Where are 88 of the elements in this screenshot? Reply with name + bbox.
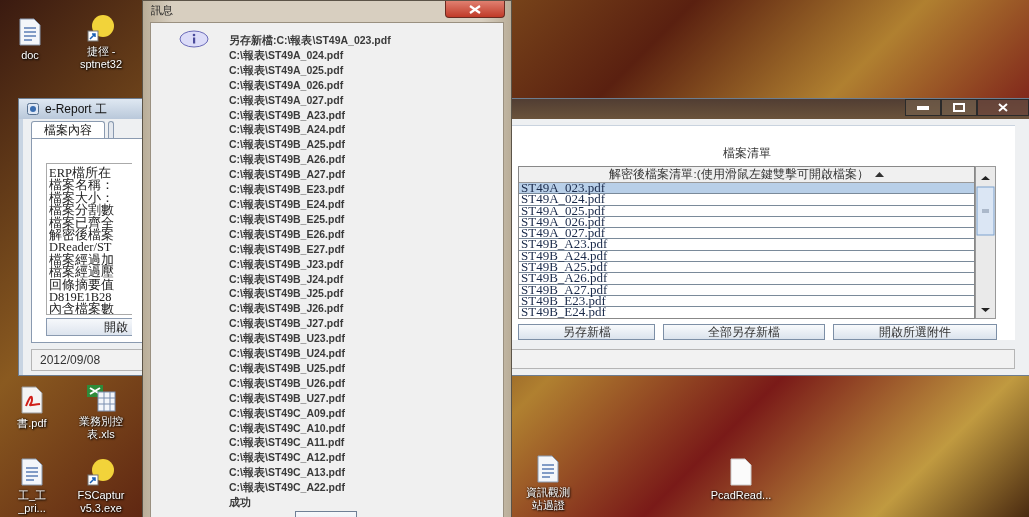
column-header[interactable]: 解密後檔案清單:(使用滑鼠左鍵雙擊可開啟檔案） xyxy=(519,167,974,183)
info-line: 檔案分割數 xyxy=(49,204,115,217)
file-row[interactable]: ST49B_A26.pdf xyxy=(519,273,974,285)
close-button[interactable] xyxy=(445,1,505,18)
file-list-title: 檔案清單 xyxy=(722,146,772,160)
close-icon xyxy=(469,4,481,14)
file-row[interactable]: ST49A_026.pdf xyxy=(519,216,974,229)
app-shortcut-icon[interactable] xyxy=(87,458,115,486)
message-line: C:\報表\ST49A_025.pdf xyxy=(229,62,345,78)
document-icon[interactable] xyxy=(20,458,44,486)
message-line: C:\報表\ST49B_J25.pdf xyxy=(229,286,345,302)
message-line: C:\報表\ST49C_A22.pdf xyxy=(229,480,346,496)
app-shortcut-icon[interactable] xyxy=(87,14,115,42)
file-row[interactable]: ST49A_024.pdf xyxy=(519,194,974,206)
desktop-icon-label[interactable]: 書.pdf xyxy=(17,417,47,430)
message-line: C:\報表\ST49C_A13.pdf xyxy=(229,465,346,481)
info-icon xyxy=(179,30,209,48)
desktop-icon-label[interactable]: FSCaptur v5.3.exe xyxy=(77,489,125,515)
message-line: C:\報表\ST49B_E26.pdf xyxy=(229,226,346,242)
message-line: C:\報表\ST49A_026.pdf xyxy=(229,77,345,93)
message-line: C:\報表\ST49B_U23.pdf xyxy=(229,331,346,347)
action-button[interactable]: 另存新檔 xyxy=(518,324,655,340)
message-line: C:\報表\ST49B_E27.pdf xyxy=(229,241,346,257)
file-row[interactable]: ST49B_A24.pdf xyxy=(519,250,974,263)
blank-file-icon[interactable] xyxy=(729,458,753,486)
message-line: C:\報表\ST49B_J27.pdf xyxy=(229,316,345,332)
message-line: C:\報表\ST49B_A27.pdf xyxy=(229,167,346,183)
message-line: C:\報表\ST49B_J23.pdf xyxy=(229,256,345,272)
message-line: C:\報表\ST49B_A24.pdf xyxy=(229,122,346,138)
status-field: 2012/09/08 xyxy=(31,349,142,371)
info-line: D819E1B28 xyxy=(49,291,112,304)
desktop-icon-label[interactable]: 業務別控表.xls xyxy=(78,415,124,441)
message-line: C:\報表\ST49B_A23.pdf xyxy=(229,107,346,123)
pdf-file-icon[interactable] xyxy=(20,386,44,414)
message-line: C:\報表\ST49B_U24.pdf xyxy=(229,346,346,361)
window-title: e-Report 工 xyxy=(45,100,108,118)
maximize-button[interactable] xyxy=(941,99,977,116)
message-line: C:\報表\ST49B_A25.pdf xyxy=(229,137,346,153)
info-line: 回條摘要值 xyxy=(49,278,115,292)
app-icon xyxy=(27,103,39,115)
desktop-icon-label[interactable]: 捷徑 - sptnet32 xyxy=(79,45,123,71)
message-line: C:\報表\ST49B_J26.pdf xyxy=(229,301,345,317)
info-line: 檔案名稱： xyxy=(49,179,115,192)
desktop-icon-label[interactable]: 資訊觀測站過證 xyxy=(525,486,571,512)
close-button[interactable] xyxy=(977,99,1029,116)
minimize-icon xyxy=(917,105,929,110)
tab[interactable]: 檔案內容 xyxy=(31,121,105,138)
info-line: 解密後檔案 xyxy=(49,229,115,242)
message-line: C:\報表\ST49B_J24.pdf xyxy=(229,271,345,287)
file-row[interactable]: ST49A_025.pdf xyxy=(519,205,974,217)
message-line: C:\報表\ST49B_U27.pdf xyxy=(229,390,346,406)
file-row[interactable]: ST49B_E23.pdf xyxy=(519,295,974,308)
message-line: C:\報表\ST49A_024.pdf xyxy=(229,47,345,63)
action-button[interactable]: 開啟所選附件 xyxy=(833,324,997,340)
column-header-label[interactable]: 解密後檔案清單:(使用滑鼠左鍵雙擊可開啟檔案） xyxy=(609,167,869,182)
message-line: C:\報表\ST49B_U26.pdf xyxy=(229,375,346,391)
message-line: C:\報表\ST49C_A12.pdf xyxy=(229,450,346,466)
message-result: 成功 xyxy=(229,495,252,510)
message-line: C:\報表\ST49C_A11.pdf xyxy=(229,435,346,451)
file-row[interactable]: ST49B_A23.pdf xyxy=(519,239,974,251)
close-icon xyxy=(998,103,1008,112)
desktop-icon-label[interactable]: 工_工 _pri... xyxy=(17,489,47,515)
action-button[interactable]: 全部另存新檔 xyxy=(663,324,825,340)
file-row[interactable]: ST49B_A27.pdf xyxy=(519,284,974,296)
open-button[interactable]: 開啟 xyxy=(46,318,132,336)
message-line: 另存新檔:C:\報表\ST49A_023.pdf xyxy=(229,33,391,48)
message-line: C:\報表\ST49A_027.pdf xyxy=(229,92,345,108)
scrollbar[interactable] xyxy=(975,166,996,319)
message-line: C:\報表\ST49B_E25.pdf xyxy=(229,211,346,227)
desktop-icon-label[interactable]: doc xyxy=(21,49,39,62)
document-icon[interactable] xyxy=(18,18,42,46)
file-row[interactable]: ST49B_A25.pdf xyxy=(519,262,974,274)
minimize-button[interactable] xyxy=(905,99,941,116)
file-row[interactable]: ST49A_027.pdf xyxy=(519,228,974,240)
dialog-title: 訊息 xyxy=(151,3,173,18)
info-line: 檔案經過壓 xyxy=(49,266,115,279)
desktop-icon-label[interactable]: PcadRead... xyxy=(710,489,772,502)
message-line: C:\報表\ST49C_A10.pdf xyxy=(229,420,346,436)
spreadsheet-file-icon[interactable] xyxy=(86,384,116,412)
file-row[interactable]: ST49A_023.pdf xyxy=(519,183,974,195)
message-line: C:\報表\ST49B_U25.pdf xyxy=(229,360,346,376)
message-line: C:\報表\ST49B_A26.pdf xyxy=(229,152,346,168)
sort-arrow-icon[interactable] xyxy=(874,172,884,177)
message-line: C:\報表\ST49C_A09.pdf xyxy=(229,405,346,421)
info-line: DReader/ST xyxy=(49,241,112,254)
maximize-icon xyxy=(953,103,965,112)
message-line: C:\報表\ST49B_E23.pdf xyxy=(229,182,346,197)
message-line: C:\報表\ST49B_E24.pdf xyxy=(229,196,346,212)
